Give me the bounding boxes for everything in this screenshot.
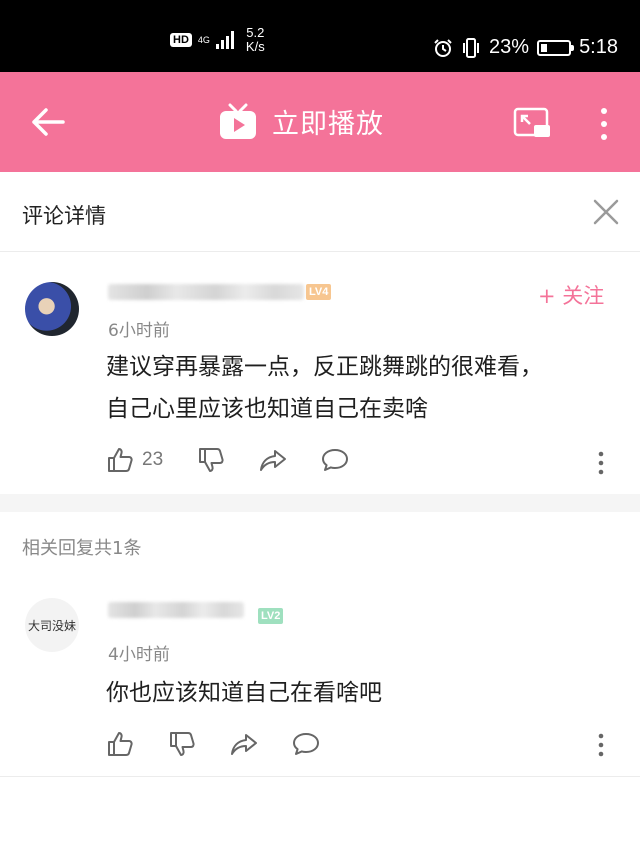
share-arrow-icon <box>260 450 287 471</box>
reply-actions <box>106 730 354 758</box>
share-button[interactable] <box>259 446 287 474</box>
follow-button[interactable]: + 关注 <box>538 280 604 310</box>
reply-button[interactable] <box>292 730 320 758</box>
reply-button[interactable] <box>321 446 349 474</box>
battery-icon <box>537 39 575 56</box>
battery-percent: 23% <box>489 36 530 58</box>
level-badge: LV2 <box>258 608 284 624</box>
more-options-icon[interactable] <box>594 106 614 142</box>
alarm-icon <box>434 38 452 57</box>
back-arrow-icon[interactable] <box>30 106 66 138</box>
reply-time: 4小时前 <box>108 645 170 665</box>
app-bar: 立即播放 <box>0 72 640 172</box>
share-button[interactable] <box>230 730 258 758</box>
level-badge: LV4 <box>306 284 332 300</box>
play-now-button[interactable]: 立即播放 <box>218 102 384 141</box>
status-left: HD 4G 5.2 K/s <box>170 26 265 54</box>
comment-more-icon[interactable] <box>596 450 606 476</box>
network-label: 4G <box>197 35 210 45</box>
reply-text: 你也应该知道自己在看啥吧 <box>106 680 382 706</box>
page-title: 评论详情 <box>22 204 106 228</box>
close-icon[interactable] <box>592 198 620 226</box>
section-divider <box>0 494 640 512</box>
like-button[interactable] <box>106 730 134 758</box>
dislike-button[interactable] <box>197 446 225 474</box>
clock: 5:18 <box>579 36 618 58</box>
thumbs-down-icon <box>170 732 195 756</box>
comment-detail-header: 评论详情 <box>0 172 640 252</box>
app-title: 立即播放 <box>272 109 384 140</box>
vibrate-icon <box>463 37 480 58</box>
comment-bubble-icon <box>293 733 319 755</box>
like-count: 23 <box>142 449 164 470</box>
dislike-button[interactable] <box>168 730 196 758</box>
avatar[interactable]: 大司没妹 <box>25 598 79 652</box>
hd-badge: HD <box>170 33 192 47</box>
main-comment: LV4 6小时前 + 关注 建议穿再暴露一点，反正跳舞跳的很难看， 自己心里应该… <box>0 252 640 492</box>
comment-line-2: 自己心里应该也知道自己在卖啥 <box>106 396 428 422</box>
username-blurred[interactable] <box>108 284 304 300</box>
thumbs-up-icon <box>108 732 133 756</box>
replies-count-header: 相关回复共1条 <box>22 538 142 559</box>
avatar-text: 大司没妹 <box>27 618 76 633</box>
comment-text: 建议穿再暴露一点，反正跳舞跳的很难看， 自己心里应该也知道自己在卖啥 <box>106 346 616 430</box>
thumbs-up-icon <box>108 448 133 472</box>
comment-bubble-icon <box>322 449 349 471</box>
tv-play-icon <box>220 103 256 139</box>
speed-unit: K/s <box>245 39 265 54</box>
reply-more-icon[interactable] <box>596 732 606 758</box>
comment-actions: 23 <box>106 446 383 474</box>
share-arrow-icon <box>231 734 257 755</box>
speed-value: 5.2 <box>246 25 265 40</box>
battery-fill <box>541 43 548 52</box>
comment-time: 6小时前 <box>108 321 170 341</box>
status-right: 23% 5:18 <box>433 36 618 59</box>
avatar[interactable] <box>25 282 79 336</box>
username-blurred[interactable] <box>108 602 244 618</box>
status-bar: HD 4G 5.2 K/s 23% 5:18 <box>0 0 640 72</box>
network-speed: 5.2 K/s <box>246 26 265 54</box>
signal-icon <box>215 31 234 49</box>
like-button[interactable]: 23 <box>106 446 163 474</box>
thumbs-down-icon <box>199 448 224 472</box>
comment-line-1: 建议穿再暴露一点，反正跳舞跳的很难看， <box>106 354 543 380</box>
cast-screen-icon[interactable] <box>512 106 552 140</box>
